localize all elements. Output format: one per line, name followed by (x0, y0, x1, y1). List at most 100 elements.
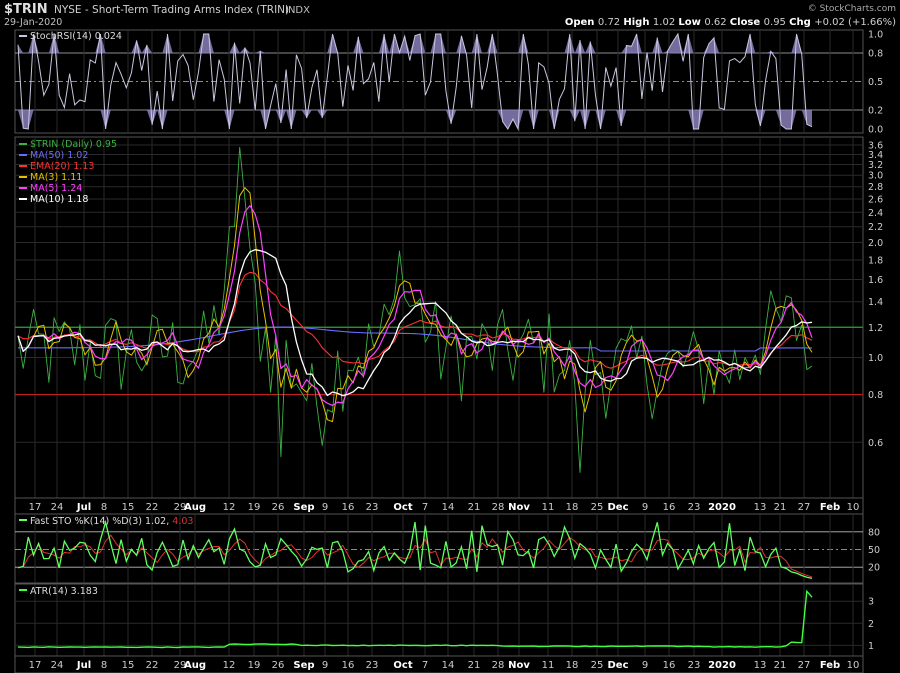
price-y-tick: 1.4 (868, 297, 883, 308)
faststo-y-tick: 20 (868, 563, 880, 574)
x-axis-tick: 28 (492, 660, 505, 671)
faststo-label: Fast STO %K(14) %D(3) 1.02, 4.03 (30, 516, 193, 527)
x-axis-tick: 10 (847, 502, 860, 513)
faststo-label-prefix: Fast STO %K(14) %D(3) (30, 516, 145, 527)
x-axis-tick: 13 (754, 660, 767, 671)
x-axis-tick: Feb (820, 660, 840, 671)
x-axis-tick: 14 (442, 502, 455, 513)
x-axis-tick: 11 (542, 502, 555, 513)
x-axis-tick: 21 (774, 502, 787, 513)
x-axis-tick: Oct (393, 660, 412, 671)
x-axis-tick: 11 (542, 660, 555, 671)
x-axis-tick: 23 (366, 502, 379, 513)
quote-line: Open 0.72 High 1.02 Low 0.62 Close 0.95 … (565, 17, 896, 28)
x-axis-tick: Aug (184, 660, 206, 671)
price-y-tick: 2.6 (868, 194, 883, 205)
faststo-y-tick: 80 (868, 527, 880, 538)
x-axis-tick: 22 (146, 502, 159, 513)
price-y-tick: 1.2 (868, 323, 883, 334)
x-axis-tick: Oct (393, 502, 412, 513)
x-axis-tick: 17 (29, 502, 42, 513)
x-axis-tick: 26 (272, 502, 285, 513)
stochrsi-y-tick: 0.8 (868, 49, 883, 60)
chart-canvas: $TRIN NYSE - Short-Term Trading Arms Inde… (0, 0, 900, 673)
price-y-tick: 1.8 (868, 256, 883, 267)
legend-entry: MA(3) 1.11 (30, 172, 82, 183)
x-axis-tick: 15 (122, 502, 135, 513)
quote-label: High (623, 17, 653, 28)
price-y-tick: 2.2 (868, 222, 883, 233)
quote-label: Chg (789, 17, 814, 28)
x-axis-tick: 16 (342, 502, 355, 513)
x-axis-tick: 25 (591, 660, 604, 671)
price-y-tick: 3.0 (868, 171, 883, 182)
x-axis-tick: Nov (508, 502, 530, 513)
quote-label: Open (565, 17, 598, 28)
x-axis-tick: 21 (774, 660, 787, 671)
chart-date: 29-Jan-2020 (4, 17, 62, 28)
x-axis-tick: 22 (146, 660, 159, 671)
x-axis-tick: 18 (566, 660, 579, 671)
atr-label: ATR(14) 3.183 (30, 586, 98, 597)
stochrsi-label: StochRSI(14) 0.024 (30, 31, 122, 42)
ticker-symbol: $TRIN (4, 2, 48, 17)
price-y-tick: 2.4 (868, 208, 883, 219)
x-axis-tick: 12 (223, 502, 236, 513)
quote-value: 0.72 (598, 17, 623, 28)
x-axis-tick: 16 (342, 660, 355, 671)
x-axis-tick: 7 (422, 502, 428, 513)
x-axis-tick: 24 (51, 502, 64, 513)
x-axis-tick: Dec (607, 502, 628, 513)
watermark: © StockCharts.com (808, 4, 896, 14)
x-axis-tick: 23 (366, 660, 379, 671)
quote-label: Low (678, 17, 704, 28)
quote-value: +0.02 (+1.66%) (814, 17, 896, 28)
faststo-y-tick: 50 (868, 545, 880, 556)
x-axis-tick: 15 (122, 660, 135, 671)
x-axis-tick: 9 (322, 502, 328, 513)
x-axis-tick: 2020 (708, 660, 736, 671)
x-axis-tick: 9 (642, 660, 648, 671)
stochrsi-y-tick: 0.5 (868, 77, 883, 88)
x-axis-tick: 10 (847, 660, 860, 671)
stochrsi-y-tick: 0.0 (868, 125, 883, 136)
x-axis-tick: Jul (76, 660, 91, 671)
x-axis-tick: 16 (663, 502, 676, 513)
x-axis-tick: Sep (293, 502, 314, 513)
x-axis-tick: Aug (184, 502, 206, 513)
faststo-label-d: 4.03 (172, 516, 193, 527)
x-axis-tick: 23 (688, 502, 701, 513)
x-axis-tick: Nov (508, 660, 530, 671)
legend-entry: MA(5) 1.24 (30, 183, 82, 194)
x-axis-tick: 27 (798, 660, 811, 671)
x-axis-tick: 23 (688, 660, 701, 671)
x-axis-tick: 21 (468, 660, 481, 671)
price-y-tick: 1.0 (868, 353, 883, 364)
atr-y-tick: 2 (868, 619, 874, 630)
x-axis-tick: 8 (101, 502, 107, 513)
legend-entry: $TRIN (Daily) 0.95 (30, 139, 117, 150)
price-y-tick: 2.8 (868, 182, 883, 193)
x-axis-tick: 2020 (708, 502, 736, 513)
x-axis-tick: Dec (607, 660, 628, 671)
price-y-tick: 0.6 (868, 438, 883, 449)
price-y-tick: 1.6 (868, 275, 883, 286)
quote-value: 1.02 (653, 17, 678, 28)
x-axis-lower: 17 24 Jul 8 15 22 29Aug 12 19 26 Sep 9 16 23 Oct 7 14 21 2… (14, 655, 864, 673)
exchange-label: INDX (285, 5, 310, 16)
x-axis-tick: 18 (566, 502, 579, 513)
price-y-tick: 3.2 (868, 160, 883, 171)
x-axis-tick: Feb (820, 502, 840, 513)
ticker-description: NYSE - Short-Term Trading Arms Index (TR… (54, 4, 289, 16)
x-axis-tick: 14 (442, 660, 455, 671)
quote-value: 0.62 (704, 17, 729, 28)
price-y-tick: 2.0 (868, 238, 883, 249)
stock-chart: $TRIN NYSE - Short-Term Trading Arms Inde… (0, 0, 900, 673)
faststo-label-k: 1.02, (145, 516, 172, 527)
x-axis-tick: Jul (76, 502, 91, 513)
x-axis-tick: 28 (492, 502, 505, 513)
x-axis-tick: 12 (223, 660, 236, 671)
legend-entry: EMA(20) 1.13 (30, 161, 94, 172)
x-axis-tick: 8 (101, 660, 107, 671)
quote-value: 0.95 (764, 17, 789, 28)
